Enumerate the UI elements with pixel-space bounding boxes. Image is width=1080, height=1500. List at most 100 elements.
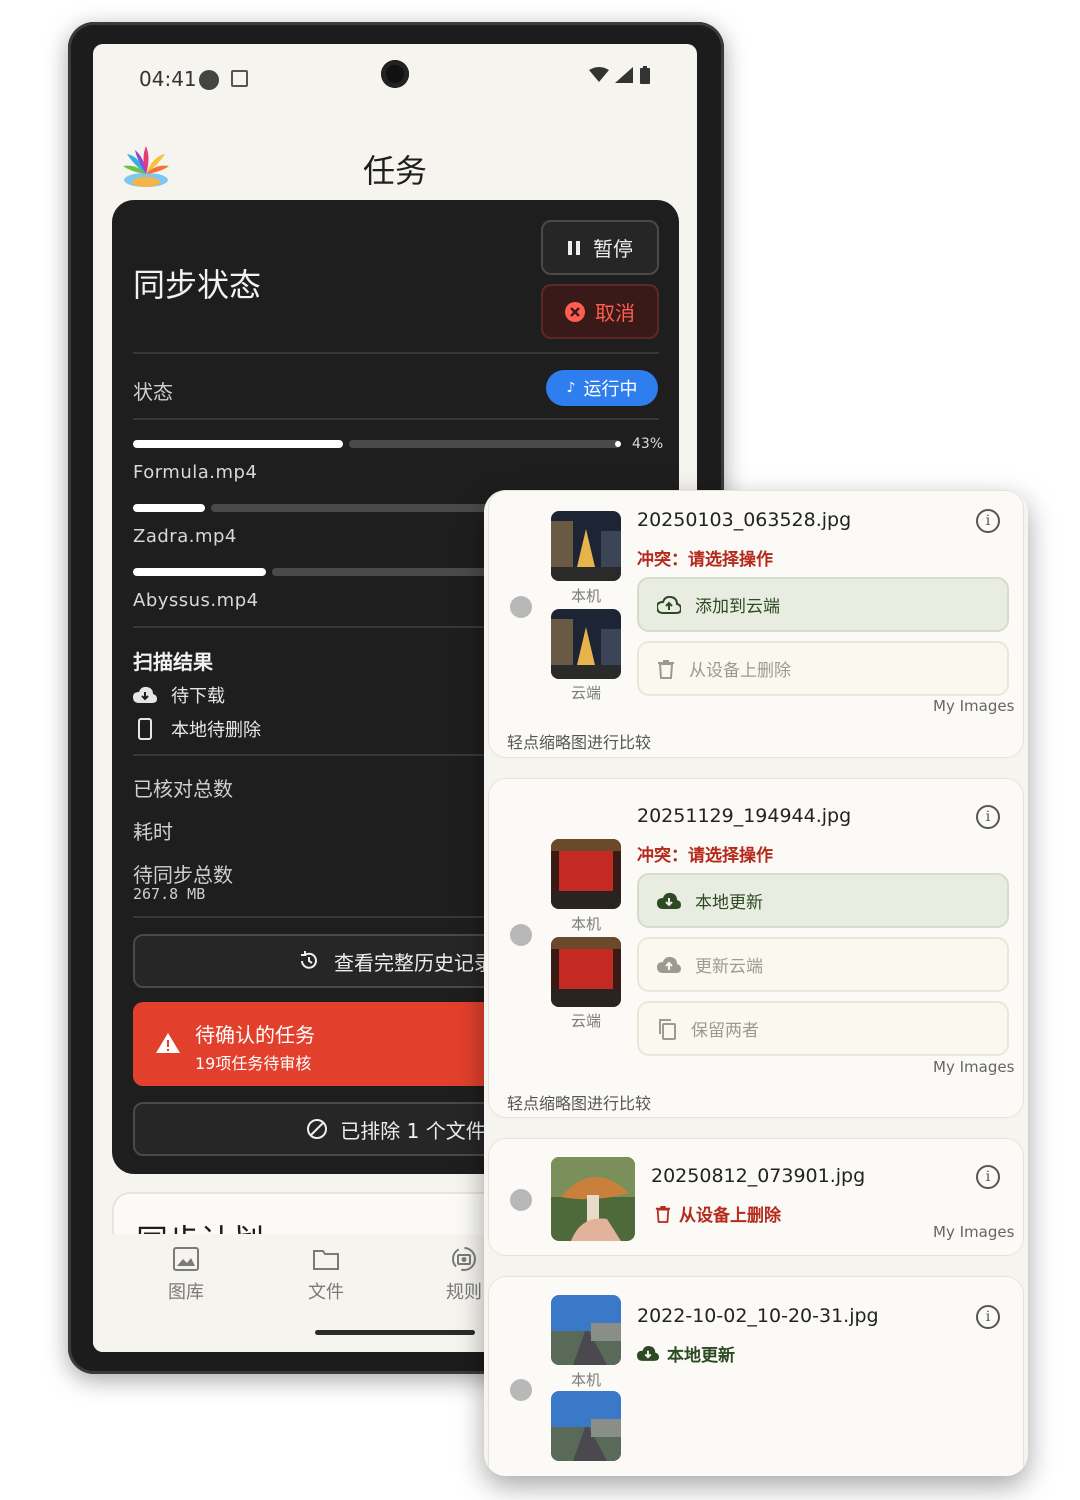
- review-panel: 本机 云端 20250103_063528.jpg i 冲突：请选择操作 添加到…: [484, 490, 1028, 1476]
- progress-fill: [133, 440, 343, 448]
- mushroom-image: [551, 1157, 635, 1241]
- progress-percent: 43%: [632, 436, 664, 452]
- front-camera: [381, 60, 409, 88]
- action-label: 从设备上删除: [679, 1206, 781, 1226]
- status-label: 状态: [133, 380, 173, 404]
- progress-track: [272, 568, 493, 576]
- album-name: My Images: [933, 1223, 1015, 1241]
- road-image: [551, 1391, 621, 1461]
- divider: [133, 352, 659, 354]
- pending-action: 本地更新: [637, 1341, 735, 1366]
- select-radio[interactable]: [510, 596, 532, 618]
- nav-label: 图库: [168, 1282, 204, 1303]
- signal-icon: [615, 67, 633, 83]
- keep-both-button[interactable]: 保留两者: [637, 1001, 1009, 1056]
- local-thumbnail[interactable]: [551, 839, 621, 909]
- local-thumbnail[interactable]: [551, 511, 621, 581]
- camera-sync-icon: [452, 1247, 476, 1271]
- wifi-icon: [589, 67, 609, 82]
- cloud-thumbnail[interactable]: [551, 1391, 621, 1461]
- progress-track: [211, 504, 493, 512]
- add-to-cloud-button[interactable]: 添加到云端: [637, 577, 1009, 632]
- status-badge: ♪ 运行中: [546, 370, 658, 406]
- alert-title: 待确认的任务: [195, 1023, 315, 1047]
- file-progress-bar: [133, 504, 493, 512]
- copy-icon: [659, 1018, 676, 1040]
- progress-track: [349, 440, 621, 448]
- info-icon[interactable]: i: [976, 1305, 1000, 1329]
- update-local-button[interactable]: 本地更新: [637, 873, 1009, 928]
- local-label: 本机: [570, 915, 601, 933]
- info-icon[interactable]: i: [976, 805, 1000, 829]
- action-item: 本机 2022-10-02_10-20-31.jpg i 本地更新: [488, 1276, 1024, 1476]
- file-name: 20250103_063528.jpg: [637, 509, 852, 531]
- album-name: My Images: [933, 697, 1015, 715]
- pending-action: 从设备上删除: [655, 1201, 781, 1226]
- divider: [133, 418, 659, 420]
- progress-end-dot: [615, 441, 621, 447]
- pending-total-label: 待同步总数: [133, 863, 233, 887]
- file-name: 2022-10-02_10-20-31.jpg: [637, 1305, 879, 1327]
- status-time: 04:41: [139, 67, 197, 91]
- scan-row-label: 待下载: [171, 686, 225, 707]
- action-label: 添加到云端: [695, 597, 780, 617]
- nav-item-files[interactable]: 文件: [281, 1244, 371, 1304]
- road-image: [551, 1295, 621, 1365]
- alert-subtitle: 19项任务待审核: [195, 1054, 312, 1073]
- cloud-upload-icon: [657, 595, 681, 614]
- phone-icon: [138, 718, 152, 740]
- cloud-thumbnail[interactable]: [551, 609, 621, 679]
- pending-size: 267.8 MB: [133, 885, 206, 903]
- night-street-image: [551, 609, 621, 679]
- trash-icon: [655, 1205, 671, 1223]
- folder-icon: [313, 1250, 339, 1270]
- action-label: 从设备上删除: [689, 661, 791, 681]
- file-name: 20250812_073901.jpg: [651, 1165, 866, 1187]
- update-cloud-button[interactable]: 更新云端: [637, 937, 1009, 992]
- theater-image: [551, 937, 621, 1007]
- pause-label: 暂停: [593, 237, 633, 261]
- night-street-image: [551, 511, 621, 581]
- delete-from-device-button[interactable]: 从设备上删除: [637, 641, 1009, 696]
- cancel-circle-icon: [565, 301, 585, 322]
- select-radio[interactable]: [510, 1189, 532, 1211]
- page-title: 任务: [362, 152, 427, 190]
- action-item: 20250812_073901.jpg i 从设备上删除 My Images: [488, 1138, 1024, 1256]
- file-name: 20251129_194944.jpg: [637, 805, 852, 827]
- progress-fill: [133, 568, 266, 576]
- action-label: 本地更新: [695, 893, 763, 913]
- status-bar: 04:41: [93, 44, 697, 114]
- album-name: My Images: [933, 1058, 1015, 1076]
- select-radio[interactable]: [510, 1379, 532, 1401]
- excluded-files-label: 已排除 1 个文件: [340, 1118, 486, 1143]
- compare-hint: 轻点缩略图进行比较: [507, 733, 652, 752]
- warning-icon: [156, 1033, 180, 1053]
- progress-fill: [133, 504, 205, 512]
- pause-button[interactable]: 暂停: [541, 220, 659, 275]
- overall-progress-bar: [133, 440, 621, 448]
- screenshot-icon: [231, 70, 248, 87]
- cloud-upload-icon: [657, 956, 681, 973]
- file-progress-bar: [133, 568, 493, 576]
- local-label: 本机: [570, 587, 601, 605]
- cloud-label: 云端: [570, 1012, 601, 1030]
- file-name: Zadra.mp4: [133, 526, 237, 547]
- local-thumbnail[interactable]: [551, 1295, 621, 1365]
- scan-results-title: 扫描结果: [133, 650, 213, 674]
- block-icon: [307, 1119, 328, 1139]
- thumbnail[interactable]: [551, 1157, 635, 1241]
- trash-icon: [658, 659, 674, 679]
- select-radio[interactable]: [510, 924, 532, 946]
- local-label: 本机: [570, 1371, 601, 1389]
- cancel-button[interactable]: 取消: [541, 284, 659, 339]
- notification-dot-icon: [199, 70, 219, 90]
- cloud-download-icon: [133, 686, 157, 703]
- info-icon[interactable]: i: [976, 509, 1000, 533]
- conflict-item: 本机 云端 20251129_194944.jpg i 冲突：请选择操作 本地更…: [488, 778, 1024, 1118]
- info-icon[interactable]: i: [976, 1165, 1000, 1189]
- nav-item-gallery[interactable]: 图库: [141, 1244, 231, 1304]
- cloud-thumbnail[interactable]: [551, 937, 621, 1007]
- nav-label: 文件: [308, 1282, 344, 1303]
- verified-total-label: 已核对总数: [133, 777, 233, 801]
- file-name: Abyssus.mp4: [133, 590, 259, 611]
